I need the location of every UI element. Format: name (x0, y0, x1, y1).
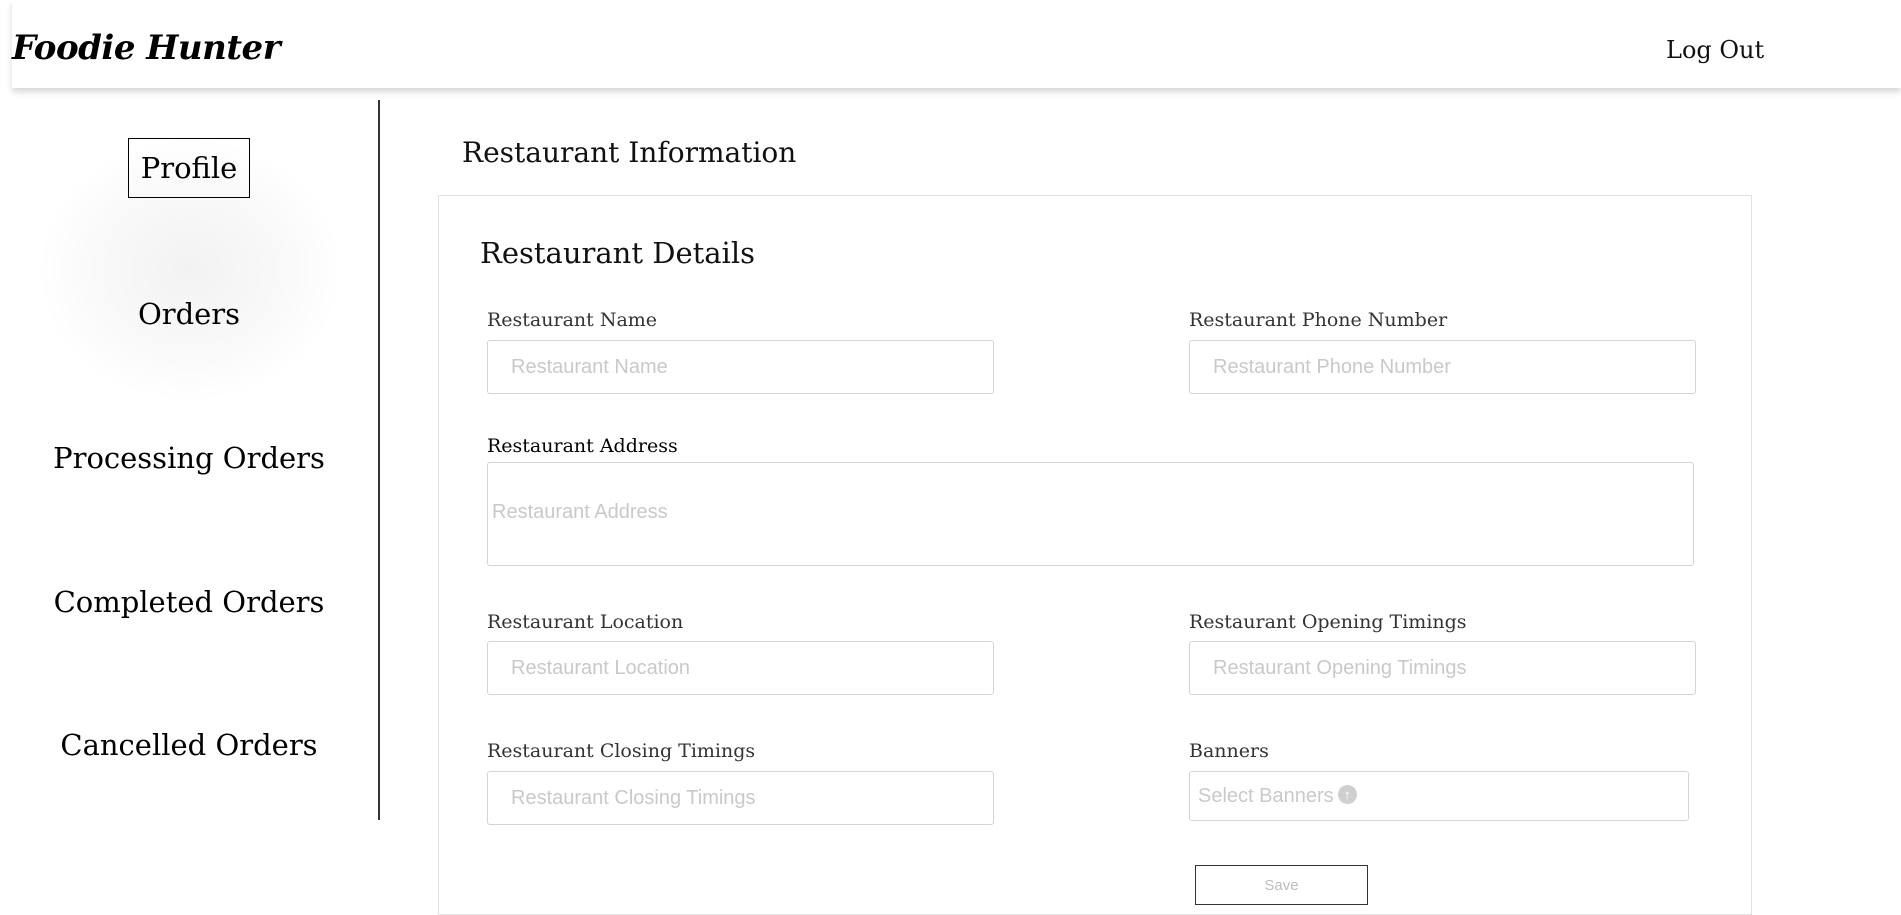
restaurant-phone-input[interactable]: Restaurant Phone Number (1189, 340, 1696, 394)
restaurant-address-textarea[interactable]: Restaurant Address (487, 462, 1694, 566)
banners-file-input[interactable]: Select Banners ↑ (1189, 771, 1689, 821)
sidebar-item-processing-orders[interactable]: Processing Orders (0, 441, 378, 475)
sidebar-item-cancelled-orders[interactable]: Cancelled Orders (0, 728, 378, 762)
restaurant-phone-label: Restaurant Phone Number (1189, 309, 1448, 331)
app-logo[interactable]: Foodie Hunter (12, 28, 281, 68)
restaurant-name-input[interactable]: Restaurant Name (487, 340, 994, 394)
save-button[interactable]: Save (1195, 865, 1368, 905)
page-title: Restaurant Information (462, 136, 797, 169)
restaurant-closing-label: Restaurant Closing Timings (487, 740, 756, 762)
sidebar-item-orders[interactable]: Orders (0, 297, 378, 331)
sidebar-item-completed-orders[interactable]: Completed Orders (0, 585, 378, 619)
sidebar-item-profile[interactable]: Profile (0, 138, 378, 198)
banners-label: Banners (1189, 740, 1269, 762)
restaurant-address-label: Restaurant Address (487, 435, 678, 457)
top-header: Foodie Hunter Log Out (12, 0, 1901, 88)
card-title: Restaurant Details (480, 236, 755, 270)
restaurant-location-input[interactable]: Restaurant Location (487, 641, 994, 695)
restaurant-opening-input[interactable]: Restaurant Opening Timings (1189, 641, 1696, 695)
banners-placeholder: Select Banners (1198, 785, 1334, 807)
restaurant-name-label: Restaurant Name (487, 309, 658, 331)
sidebar: Profile Orders Processing Orders Complet… (0, 100, 380, 820)
restaurant-location-label: Restaurant Location (487, 611, 684, 633)
sidebar-divider (378, 100, 380, 820)
sidebar-item-label: Profile (127, 138, 251, 198)
upload-icon: ↑ (1337, 785, 1357, 805)
restaurant-closing-input[interactable]: Restaurant Closing Timings (487, 771, 994, 825)
logout-link[interactable]: Log Out (1666, 36, 1764, 64)
restaurant-opening-label: Restaurant Opening Timings (1189, 611, 1467, 633)
